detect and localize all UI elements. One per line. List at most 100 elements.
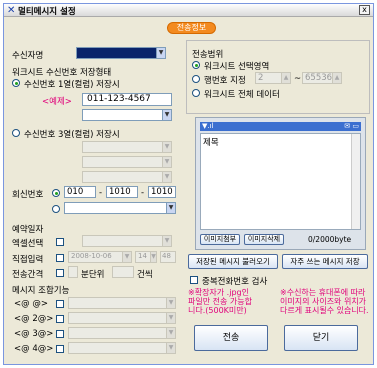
message-scrollbar[interactable] (351, 134, 360, 229)
image-delete-button[interactable]: 이미지삭제 (244, 234, 284, 245)
combine-check-3[interactable] (56, 330, 64, 338)
chevron-down-icon: ▼ (166, 298, 175, 308)
chevron-down-icon: ▼ (162, 157, 171, 167)
interval-label: 전송간격 (12, 270, 44, 280)
direct-label: 직접입력 (12, 255, 44, 265)
chevron-down-icon: ▼ (122, 252, 131, 262)
reservation-label: 예약일자 (12, 225, 44, 235)
worksheet-format-label: 워크시트 수신번호 저장형태 (12, 68, 112, 78)
interval-count-label: 건씩 (137, 270, 153, 280)
close-icon[interactable]: x (359, 5, 370, 15)
load-saved-button[interactable]: 저장된 메시지 불러오기 (188, 254, 278, 269)
jpg-notice: ※확장자가 .jpg인 파일만 전송 가능합 니다.(500K미만) (188, 288, 252, 315)
combine-tag-1: <@ @> (14, 299, 48, 309)
interval-count[interactable] (112, 266, 134, 278)
reply-part-3[interactable]: 1010 (148, 186, 176, 198)
chevron-down-icon: ▼ (166, 313, 175, 323)
interval-unit: 분단위 (81, 270, 105, 280)
title-bar: ✕ 멀티메시지 설정 x (4, 4, 373, 17)
size-notice: ※수신하는 휴대폰에 따라 이미지의 사이즈와 위치가 다르게 표시될수 있습니… (280, 288, 369, 315)
range-opt-1: 워크시트 선택영역 (204, 62, 270, 72)
byte-counter: 0/2000byte (308, 235, 352, 244)
signal-icon: ▼.ıl (202, 122, 214, 130)
reserve-select-label: 엑셀선택 (12, 239, 44, 249)
direct-date-value: 2008-10-06 (71, 252, 112, 260)
direct-hour-value: 14 (138, 252, 147, 260)
recipient-label: 수신자명 (12, 51, 44, 61)
chevron-down-icon: ▼ (150, 252, 156, 262)
combine-check-4[interactable] (56, 345, 64, 353)
radio-reply-select[interactable] (52, 205, 60, 213)
save-frequent-button[interactable]: 자주 쓰는 메시지 저장 (282, 254, 368, 269)
range-opt-2: 행번호 지정 (204, 76, 246, 86)
combine-tag-2: <@ 2@> (14, 314, 54, 324)
combine-check-2[interactable] (56, 315, 64, 323)
chevron-down-icon: ▼ (162, 110, 171, 120)
example-label: <예제> (42, 97, 72, 107)
col3-label: 수신번호 3열(컬럼) 저장시 (24, 130, 120, 140)
chevron-down-icon: ▼ (166, 203, 175, 213)
combine-select-4[interactable]: ▼ (68, 342, 176, 354)
interval-minutes[interactable] (68, 266, 78, 278)
reply-part-2[interactable]: 1010 (106, 186, 138, 198)
dup-check-label: 중복전화번호 검사 (202, 277, 268, 287)
range-dash: ~ (294, 74, 302, 84)
range-opt-3: 워크시트 전체 데이터 (204, 90, 280, 100)
col1-label: 수신번호 1열(컬럼) 저장시 (24, 80, 120, 90)
radio-reply-direct[interactable] (52, 189, 60, 197)
row-from-value: 2 (258, 73, 264, 83)
col1-select[interactable]: ▼ (82, 109, 172, 121)
dash: - (99, 188, 103, 198)
message-area[interactable]: 제목 (200, 133, 361, 230)
chevron-down-icon: ▼ (162, 142, 171, 152)
radio-range-selection[interactable] (192, 61, 200, 69)
radio-col3[interactable] (12, 129, 20, 137)
combine-check-1[interactable] (56, 300, 64, 308)
chevron-down-icon: ▼ (156, 48, 165, 58)
reply-part-1[interactable]: 010 (64, 186, 96, 198)
combine-select-1[interactable]: ▼ (68, 297, 176, 309)
combine-select-2[interactable]: ▼ (68, 312, 176, 324)
chevron-down-icon: ▼ (162, 172, 171, 182)
dash: - (141, 188, 145, 198)
combine-tag-4: <@ 4@> (14, 344, 54, 354)
spinner-icon: ▲ (281, 73, 290, 83)
col3-select-1[interactable]: ▼ (82, 141, 172, 153)
image-attach-button[interactable]: 이미지첨부 (200, 234, 240, 245)
example-field[interactable]: 011-123-4567 (82, 93, 172, 106)
radio-range-rows[interactable] (192, 75, 200, 83)
chevron-down-icon: ▼ (162, 236, 171, 246)
row-to[interactable]: 65536 ▲ (302, 72, 342, 84)
phone-status-bar: ▼.ıl ✉ ▭ (200, 122, 361, 131)
recipient-select[interactable]: ▼ (76, 47, 166, 59)
app-icon: ✕ (7, 5, 16, 16)
radio-col1[interactable] (12, 79, 20, 87)
close-button[interactable]: 닫기 (284, 325, 358, 351)
combine-tag-3: <@ 3@> (14, 329, 54, 339)
col3-select-2[interactable]: ▼ (82, 156, 172, 168)
direct-min[interactable]: 48 (160, 251, 176, 263)
reply-label: 회신번호 (12, 190, 44, 200)
combine-select-3[interactable]: ▼ (68, 327, 176, 339)
subject-label: 제목 (203, 138, 219, 148)
chevron-down-icon: ▼ (166, 343, 175, 353)
interval-check[interactable] (56, 269, 64, 277)
spinner-icon: ▲ (332, 73, 341, 83)
combine-label: 메시지 조합기능 (12, 286, 70, 296)
col3-select-3[interactable]: ▼ (82, 171, 172, 183)
tab-transmit-info[interactable]: 전송정보 (167, 22, 216, 34)
direct-date[interactable]: 2008-10-06 ▼ (68, 251, 132, 263)
chevron-down-icon: ▼ (166, 328, 175, 338)
range-label: 전송범위 (192, 50, 224, 60)
radio-range-all[interactable] (192, 89, 200, 97)
dialog-window: ✕ 멀티메시지 설정 x 전송정보 수신자명 ▼ 워크시트 수신번호 저장형태 … (3, 3, 374, 365)
direct-hour[interactable]: 14 ▼ (135, 251, 157, 263)
phone-preview: ▼.ıl ✉ ▭ 제목 이미지첨부 이미지삭제 0/2000byte (195, 117, 366, 250)
reply-select[interactable]: ▼ (64, 202, 176, 214)
direct-check[interactable] (56, 254, 64, 262)
send-button[interactable]: 전송 (194, 325, 268, 351)
reserve-select-check[interactable] (56, 238, 64, 246)
row-from[interactable]: 2 ▲ (255, 72, 291, 84)
dup-check[interactable] (190, 276, 198, 284)
reserve-select-dropdown[interactable]: ▼ (82, 235, 172, 247)
